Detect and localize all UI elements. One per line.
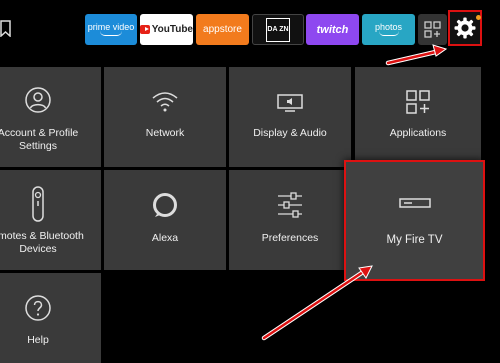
tile-help[interactable]: Help <box>0 273 101 363</box>
amazon-photos-app-tile[interactable]: photos <box>362 14 415 45</box>
tile-label: Applications <box>389 127 447 139</box>
firetv-icon <box>398 198 431 208</box>
all-apps-button[interactable] <box>418 14 447 45</box>
tile-account-profile-settings[interactable]: Account & Profile Settings <box>0 67 101 167</box>
prime-video-app-tile[interactable]: prime video <box>85 14 137 45</box>
tile-remotes-bluetooth[interactable]: emotes & Bluetooth Devices <box>0 170 101 270</box>
tile-label: My Fire TV <box>386 234 443 246</box>
alexa-icon <box>153 193 177 217</box>
tile-label: Alexa <box>151 232 179 244</box>
top-bar: prime video YouTube appstore DA ZN twitc… <box>0 0 500 62</box>
bookmark-icon[interactable] <box>0 20 11 37</box>
user-icon <box>25 87 51 113</box>
appstore-app-tile[interactable]: appstore <box>196 14 249 45</box>
tile-label: Network <box>145 127 185 139</box>
dazn-app-tile[interactable]: DA ZN <box>252 14 304 45</box>
display-icon <box>277 94 303 112</box>
tile-label: Display & Audio <box>253 127 327 139</box>
tile-label: Preferences <box>261 232 319 244</box>
tile-label: Help <box>27 334 49 346</box>
tile-preferences[interactable]: Preferences <box>229 170 351 270</box>
twitch-app-tile[interactable]: twitch <box>306 14 359 45</box>
tile-label: Account & Profile Settings <box>0 127 79 152</box>
youtube-label: YouTube <box>151 24 193 35</box>
wifi-icon <box>152 92 178 112</box>
tile-label: emotes & Bluetooth Devices <box>0 230 84 255</box>
youtube-play-icon <box>140 25 150 34</box>
gear-icon <box>454 17 476 39</box>
appstore-label: appstore <box>203 24 242 35</box>
apps-grid-icon <box>424 21 441 38</box>
remote-icon <box>32 186 44 222</box>
tile-network[interactable]: Network <box>104 67 226 167</box>
twitch-label: twitch <box>316 23 349 36</box>
youtube-app-tile[interactable]: YouTube <box>140 14 193 45</box>
tile-applications[interactable]: Applications <box>355 67 481 167</box>
tile-my-fire-tv[interactable]: My Fire TV <box>344 160 485 281</box>
help-icon <box>25 295 51 321</box>
tile-alexa[interactable]: Alexa <box>104 170 226 270</box>
sliders-icon <box>278 192 302 218</box>
tile-display-audio[interactable]: Display & Audio <box>229 67 351 167</box>
notification-dot <box>476 15 481 20</box>
dazn-logo: DA ZN <box>266 17 290 42</box>
dazn-label: DA ZN <box>267 26 289 33</box>
settings-gear-button[interactable] <box>448 10 482 46</box>
apps-icon <box>406 90 430 114</box>
